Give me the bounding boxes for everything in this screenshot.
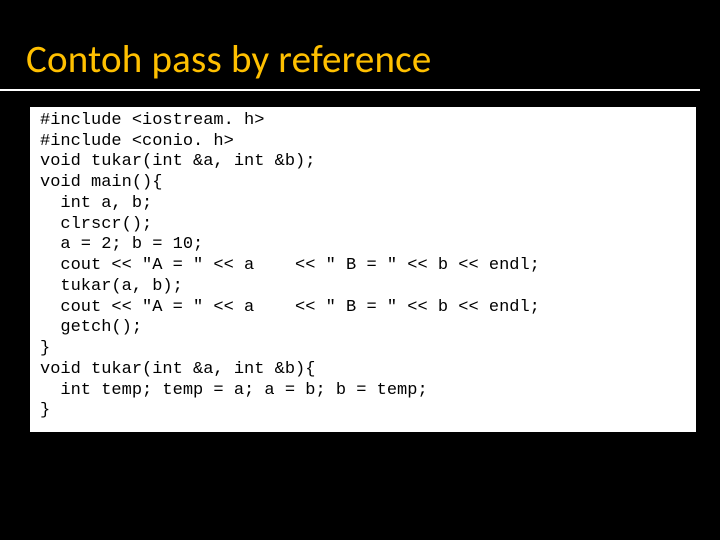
code-line: cout << "A = " << a << " B = " << b << e… <box>40 256 686 277</box>
code-line: cout << "A = " << a << " B = " << b << e… <box>40 298 686 319</box>
code-line: tukar(a, b); <box>40 277 686 298</box>
code-line: void tukar(int &a, int &b); <box>40 152 686 173</box>
code-line: a = 2; b = 10; <box>40 235 686 256</box>
code-line: void main(){ <box>40 173 686 194</box>
code-line: clrscr(); <box>40 215 686 236</box>
code-line: #include <iostream. h> <box>40 111 686 132</box>
code-line: } <box>40 339 686 360</box>
code-line: void tukar(int &a, int &b){ <box>40 360 686 381</box>
code-block: #include <iostream. h> #include <conio. … <box>30 107 696 432</box>
code-line: #include <conio. h> <box>40 132 686 153</box>
code-line: } <box>40 401 686 422</box>
code-line: int a, b; <box>40 194 686 215</box>
code-line: getch(); <box>40 318 686 339</box>
slide-title: Contoh pass by reference <box>0 0 700 91</box>
slide: Contoh pass by reference #include <iostr… <box>0 0 720 540</box>
code-line: int temp; temp = a; a = b; b = temp; <box>40 381 686 402</box>
